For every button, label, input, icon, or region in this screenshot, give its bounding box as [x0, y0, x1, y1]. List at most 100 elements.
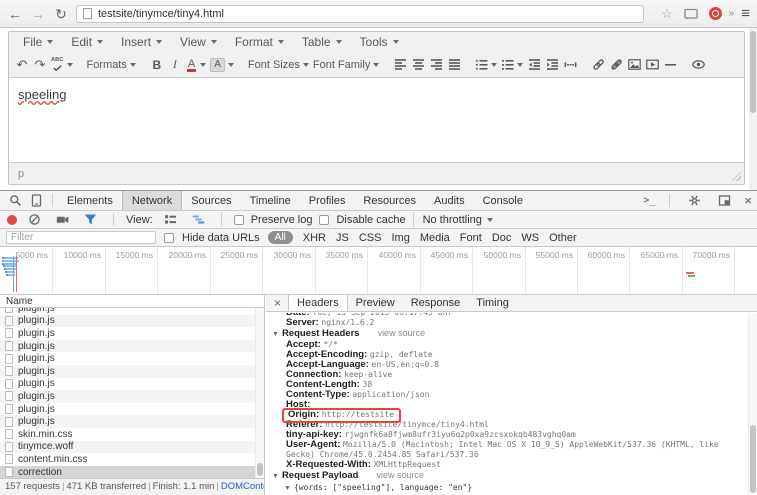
menu-item-file[interactable]: File	[14, 32, 62, 52]
preview-button[interactable]	[689, 54, 707, 76]
tab-resources[interactable]: Resources	[354, 191, 425, 210]
request-row[interactable]: plugin.js	[0, 415, 264, 428]
device-toolbar-icon[interactable]	[26, 194, 47, 207]
cast-icon[interactable]	[680, 8, 702, 20]
filter-type-xhr[interactable]: XHR	[303, 232, 326, 244]
request-row[interactable]: plugin.js	[0, 390, 264, 403]
request-row[interactable]: correction	[0, 466, 264, 478]
filter-type-js[interactable]: JS	[336, 232, 349, 244]
tab-network[interactable]: Network	[122, 191, 182, 210]
view-list-icon[interactable]	[160, 213, 181, 226]
media-button[interactable]	[643, 54, 661, 76]
detail-tab-response[interactable]: Response	[403, 295, 469, 311]
filter-type-doc[interactable]: Doc	[492, 232, 512, 244]
request-row[interactable]: plugin.js	[0, 365, 264, 378]
unlink-button[interactable]	[607, 54, 625, 76]
request-row[interactable]: skin.min.css	[0, 428, 264, 441]
filter-type-media[interactable]: Media	[420, 232, 450, 244]
view-source-link[interactable]: view source	[377, 470, 425, 480]
timeline-overview[interactable]: 5000 ms10000 ms15000 ms20000 ms25000 ms3…	[0, 247, 757, 295]
disclosure-triangle-icon[interactable]: ▼	[284, 485, 291, 492]
resize-grip[interactable]	[732, 172, 741, 181]
bookmark-star-icon[interactable]: ☆	[661, 6, 673, 22]
spellcheck-button[interactable]: ABC	[49, 54, 75, 76]
request-row[interactable]: plugin.js	[0, 340, 264, 353]
close-icon[interactable]: ×	[744, 193, 752, 208]
headers-scrollbar[interactable]	[748, 313, 757, 495]
filter-funnel-icon[interactable]	[80, 213, 101, 226]
request-list-scrollbar[interactable]	[255, 308, 264, 478]
formats-button[interactable]: Formats	[85, 54, 138, 76]
menu-icon[interactable]: ≡	[741, 5, 750, 22]
search-icon[interactable]	[5, 194, 26, 207]
numlist-button[interactable]	[499, 54, 525, 76]
view-waterfall-icon[interactable]	[188, 213, 209, 226]
italic-button[interactable]: I	[166, 54, 184, 76]
filter-type-other[interactable]: Other	[549, 232, 577, 244]
tab-profiles[interactable]: Profiles	[300, 191, 355, 210]
disclosure-triangle-icon[interactable]: ▼	[272, 473, 279, 480]
disclosure-triangle-icon[interactable]: ▼	[272, 331, 279, 338]
filter-input[interactable]	[6, 231, 156, 244]
menu-item-view[interactable]: View	[171, 32, 226, 52]
request-row[interactable]: content.min.css	[0, 453, 264, 466]
page-scrollbar-thumb[interactable]	[750, 31, 756, 113]
filter-type-img[interactable]: Img	[391, 232, 409, 244]
request-row[interactable]: plugin.js	[0, 403, 264, 416]
backcolor-button[interactable]: A	[208, 54, 236, 76]
view-source-link[interactable]: view source	[378, 328, 426, 338]
pagebreak-button[interactable]	[561, 54, 579, 76]
screenshot-camera-icon[interactable]	[52, 213, 73, 226]
request-row[interactable]: plugin.js	[0, 378, 264, 391]
detail-tab-timing[interactable]: Timing	[468, 295, 517, 311]
overflow-icon[interactable]: »	[729, 8, 735, 19]
element-path[interactable]: p	[18, 168, 24, 180]
align-left-button[interactable]	[391, 54, 409, 76]
font-sizes-button[interactable]: Font Sizes	[246, 54, 311, 76]
page-scrollbar[interactable]	[749, 28, 757, 190]
menu-item-insert[interactable]: Insert	[112, 32, 171, 52]
filter-type-ws[interactable]: WS	[521, 232, 539, 244]
detail-tab-preview[interactable]: Preview	[348, 295, 403, 311]
tab-timeline[interactable]: Timeline	[241, 191, 300, 210]
menu-item-format[interactable]: Format	[226, 32, 293, 52]
throttling-select[interactable]: No throttling	[413, 213, 493, 227]
filter-type-font[interactable]: Font	[460, 232, 482, 244]
detail-tab-headers[interactable]: Headers	[288, 295, 348, 311]
misspelled-word[interactable]: speeling	[18, 87, 66, 102]
clear-icon[interactable]	[24, 213, 45, 226]
console-drawer-icon[interactable]: >_	[643, 195, 655, 206]
outdent-button[interactable]	[525, 54, 543, 76]
hr-button[interactable]	[661, 54, 679, 76]
request-row[interactable]: tinymce.woff	[0, 441, 264, 454]
align-justify-button[interactable]	[445, 54, 463, 76]
record-button[interactable]	[7, 215, 17, 225]
scrollbar-thumb[interactable]	[750, 425, 756, 493]
undo-button[interactable]: ↶	[13, 54, 31, 76]
request-row[interactable]: plugin.js	[0, 352, 264, 365]
indent-button[interactable]	[543, 54, 561, 76]
align-center-button[interactable]	[409, 54, 427, 76]
menu-item-edit[interactable]: Edit	[62, 32, 112, 52]
request-row[interactable]: plugin.js	[0, 308, 264, 315]
dock-side-icon[interactable]	[714, 194, 735, 207]
forward-button[interactable]: →	[30, 7, 46, 21]
align-right-button[interactable]	[427, 54, 445, 76]
bold-button[interactable]: B	[148, 54, 166, 76]
close-detail-icon[interactable]: ×	[267, 296, 288, 310]
redo-button[interactable]: ↷	[31, 54, 49, 76]
menu-item-table[interactable]: Table	[293, 32, 351, 52]
back-button[interactable]: ←	[7, 7, 23, 21]
filter-type-all[interactable]: All	[268, 231, 293, 244]
record-extension-icon[interactable]	[709, 7, 722, 20]
gear-icon[interactable]	[684, 194, 705, 207]
link-button[interactable]	[589, 54, 607, 76]
preserve-log-checkbox[interactable]	[234, 215, 244, 225]
summary-item[interactable]: DOMContentLo...	[221, 481, 264, 492]
filter-type-css[interactable]: CSS	[359, 232, 382, 244]
tab-elements[interactable]: Elements	[58, 191, 122, 210]
image-button[interactable]	[625, 54, 643, 76]
tab-console[interactable]: Console	[474, 191, 532, 210]
editor-content-area[interactable]: speeling	[9, 78, 744, 162]
disable-cache-checkbox[interactable]	[319, 215, 329, 225]
